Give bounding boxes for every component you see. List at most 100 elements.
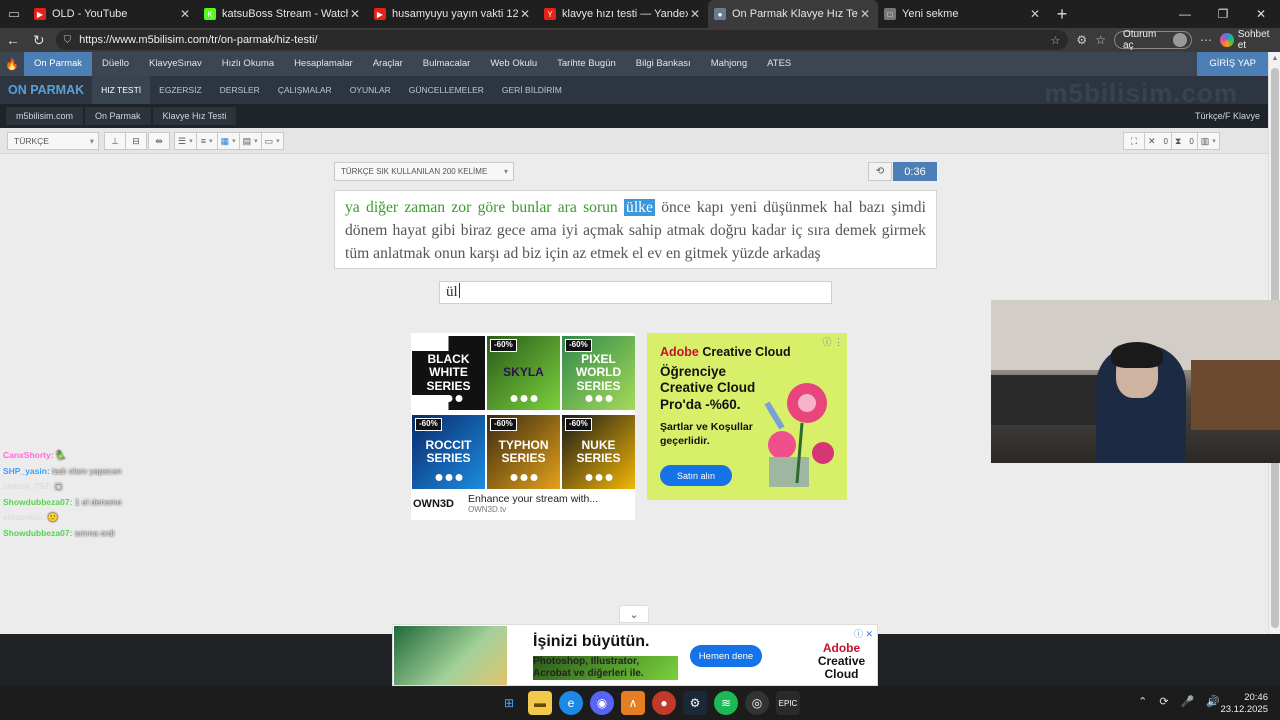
- menu-item[interactable]: Düello: [92, 52, 139, 76]
- close-window-icon[interactable]: ✕: [1242, 0, 1280, 28]
- menu-item[interactable]: Tarihte Bugün: [547, 52, 626, 76]
- breadcrumb-item[interactable]: On Parmak: [85, 107, 151, 125]
- subnav-item[interactable]: ÇALIŞMALAR: [269, 76, 341, 104]
- favorites-icon[interactable]: ☆: [1095, 33, 1106, 47]
- subnav-item[interactable]: OYUNLAR: [341, 76, 400, 104]
- file-explorer-icon[interactable]: ▬: [528, 691, 552, 715]
- epic-games-icon[interactable]: EPIC: [776, 691, 800, 715]
- display-icon[interactable]: ▭ ▾: [260, 132, 284, 150]
- browser-tab[interactable]: ▶ OLD - YouTube ✕: [28, 0, 198, 28]
- own3d-ad-tile[interactable]: -60% SKYLA: [487, 336, 560, 410]
- menu-item[interactable]: Web Okulu: [480, 52, 547, 76]
- adobe-ad[interactable]: ⓘ ⋮ Adobe Creative Cloud Öğrenciye Creat…: [647, 333, 847, 500]
- menu-item[interactable]: Hesaplamalar: [284, 52, 363, 76]
- subnav-item[interactable]: EGZERSİZ: [150, 76, 211, 104]
- subnav-item[interactable]: GERİ BİLDİRİM: [493, 76, 571, 104]
- subnav-item[interactable]: HIZ TESTİ: [92, 76, 151, 104]
- section-brand[interactable]: ON PARMAK: [0, 83, 92, 97]
- menu-item[interactable]: Bulmacalar: [413, 52, 481, 76]
- bottom-ad-button[interactable]: Hemen dene: [690, 645, 762, 667]
- obs-icon[interactable]: ◎: [745, 691, 769, 715]
- record-icon[interactable]: ●: [652, 691, 676, 715]
- reload-icon[interactable]: ↻: [26, 32, 52, 49]
- tray-sync-icon[interactable]: ⟳: [1159, 695, 1168, 708]
- address-bar[interactable]: ⛉ https://www.m5bilisim.com/tr/on-parmak…: [55, 30, 1069, 50]
- ad-info-icon[interactable]: ⓘ ✕: [854, 627, 873, 640]
- width-toggle-icon[interactable]: ⇹: [148, 132, 170, 150]
- tab-close-icon[interactable]: ✕: [518, 7, 532, 21]
- signin-button[interactable]: Oturum aç: [1113, 29, 1192, 51]
- line-spacing-icon[interactable]: ☰ ▾: [174, 132, 197, 150]
- restart-icon[interactable]: ⟲: [868, 162, 892, 181]
- collapse-chevron-icon[interactable]: ⌄: [619, 605, 649, 623]
- keyboard-toggle-icon[interactable]: ⊟: [125, 132, 147, 150]
- own3d-ad-tile[interactable]: -60% PIXEL WORLD SERIES: [562, 336, 635, 410]
- language-select[interactable]: TÜRKÇE: [7, 132, 99, 150]
- copilot-button[interactable]: Sohbet et: [1219, 29, 1280, 51]
- browser-tab[interactable]: Yklavye hızı testi — Yandex: 104 bin✕: [538, 0, 708, 28]
- tray-chevron-icon[interactable]: ⌃: [1138, 695, 1147, 708]
- browser-tab[interactable]: KkatsuBoss Stream - Watch Live on✕: [198, 0, 368, 28]
- start-icon[interactable]: ⊞: [497, 691, 521, 715]
- menu-item[interactable]: ATES: [757, 52, 801, 76]
- edge-icon[interactable]: e: [559, 691, 583, 715]
- stats-icon[interactable]: ▥ ▾: [1196, 132, 1220, 150]
- scroll-up-icon[interactable]: ▲: [1269, 52, 1280, 66]
- ad-info-icon[interactable]: ⓘ ⋮: [822, 335, 843, 348]
- site-logo-icon[interactable]: 🔥: [0, 58, 24, 71]
- extensions-icon[interactable]: ⚙: [1076, 33, 1087, 47]
- tab-close-icon[interactable]: ✕: [178, 7, 192, 21]
- errors-icon[interactable]: ✕ 0: [1144, 132, 1172, 150]
- word-set-select[interactable]: TÜRKÇE SIK KULLANILAN 200 KELİME: [334, 162, 514, 181]
- volume-icon[interactable]: 🔊: [1206, 695, 1220, 708]
- maximize-icon[interactable]: ❐: [1204, 0, 1242, 28]
- window-menu-icon[interactable]: ▭: [0, 0, 28, 28]
- align-icon[interactable]: ≡ ▾: [195, 132, 218, 150]
- menu-item[interactable]: Mahjong: [701, 52, 757, 76]
- discord-icon[interactable]: ◉: [590, 691, 614, 715]
- time-icon[interactable]: ⧗ 0: [1171, 132, 1198, 150]
- menu-item[interactable]: Bilgi Bankası: [626, 52, 701, 76]
- bottom-adobe-ad[interactable]: ⓘ ✕ İşinizi büyütün. Photoshop, Illustra…: [392, 624, 878, 686]
- own3d-ad[interactable]: ⓘ ⋮ BLACK WHITE SERIES-60%SKYLA-60%PIXEL…: [411, 333, 635, 520]
- own3d-ad-tile[interactable]: -60% ROCCIT SERIES: [412, 415, 485, 489]
- spotify-icon[interactable]: ≋: [714, 691, 738, 715]
- breadcrumb-item[interactable]: Klavye Hız Testi: [152, 107, 237, 125]
- browser-tab[interactable]: ▶ husamyuyu yayın vakti 12 - YouTu✕: [368, 0, 538, 28]
- more-icon[interactable]: ⋯: [1200, 33, 1212, 47]
- subnav-item[interactable]: GÜNCELLEMELER: [400, 76, 493, 104]
- cursor-toggle-icon[interactable]: ⊥: [104, 132, 126, 150]
- adobe-buy-button[interactable]: Satın alın: [660, 465, 732, 486]
- tab-close-icon[interactable]: ✕: [1028, 7, 1042, 21]
- browser-tab[interactable]: □ Yeni sekme ✕: [878, 0, 1048, 28]
- menu-item[interactable]: Hızlı Okuma: [212, 52, 284, 76]
- microphone-icon[interactable]: 🎤: [1181, 695, 1195, 708]
- menu-item[interactable]: KlavyeSınav: [139, 52, 212, 76]
- minimize-icon[interactable]: —: [1166, 0, 1204, 28]
- app-icon[interactable]: ∧: [621, 691, 645, 715]
- menu-item[interactable]: On Parmak: [24, 52, 93, 76]
- site-info-icon[interactable]: ⛉: [64, 35, 72, 46]
- browser-tab[interactable]: ● On Parmak Klavye Hız Testi | m5bi✕: [708, 0, 878, 28]
- fullscreen-icon[interactable]: ⛶: [1123, 132, 1145, 150]
- tab-close-icon[interactable]: ✕: [688, 7, 702, 21]
- chat-username: elspontex:: [3, 512, 46, 523]
- tab-close-icon[interactable]: ✕: [858, 7, 872, 21]
- grid-view-icon[interactable]: ▦ ▾: [216, 132, 240, 150]
- back-icon[interactable]: ←: [0, 32, 26, 48]
- menu-item[interactable]: Araçlar: [363, 52, 413, 76]
- system-clock[interactable]: 20:46 23.12.2025: [1220, 692, 1268, 717]
- steam-icon[interactable]: ⚙: [683, 691, 707, 715]
- typing-input[interactable]: ül: [439, 281, 832, 304]
- own3d-ad-tile[interactable]: -60% TYPHON SERIES: [487, 415, 560, 489]
- favorite-star-icon[interactable]: ☆: [1051, 34, 1061, 47]
- login-button[interactable]: GİRİŞ YAP: [1197, 52, 1268, 76]
- layout-icon[interactable]: ▤ ▾: [238, 132, 262, 150]
- subnav-item[interactable]: DERSLER: [211, 76, 269, 104]
- new-tab-button[interactable]: +: [1048, 4, 1076, 25]
- keyboard-layout-label[interactable]: Türkçe/F Klavye: [1195, 111, 1260, 121]
- own3d-ad-tile[interactable]: -60% NUKE SERIES: [562, 415, 635, 489]
- own3d-ad-tile[interactable]: BLACK WHITE SERIES: [412, 336, 485, 410]
- tab-close-icon[interactable]: ✕: [348, 7, 362, 21]
- breadcrumb-item[interactable]: m5bilisim.com: [6, 107, 84, 125]
